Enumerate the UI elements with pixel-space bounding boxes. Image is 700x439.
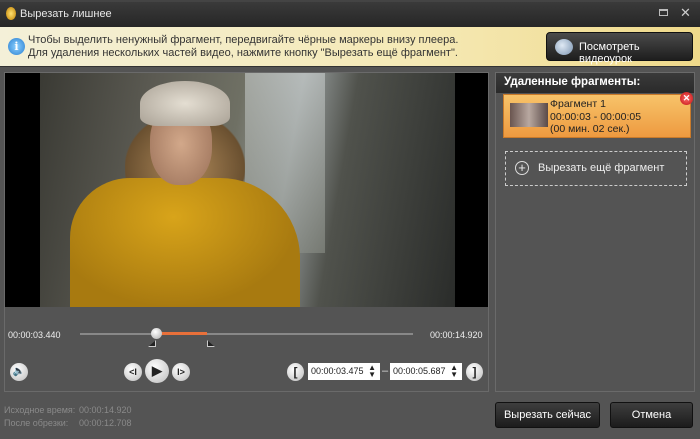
- after-trim-label: После обрезки:: [4, 418, 69, 428]
- timeline-track[interactable]: [80, 333, 413, 335]
- next-frame-button[interactable]: I>: [172, 363, 190, 381]
- set-end-button[interactable]: ]: [466, 363, 483, 381]
- original-time-label: Исходное время:: [4, 405, 76, 415]
- after-trim-value: 00:00:12.708: [79, 418, 132, 428]
- prev-frame-button[interactable]: <I: [124, 363, 142, 381]
- webcam-icon: [555, 39, 573, 55]
- timeline-selection: [158, 332, 207, 335]
- fragment-thumbnail: [510, 103, 548, 127]
- video-frame: [40, 73, 455, 307]
- fragment-duration: (00 мин. 02 сек.): [550, 123, 630, 135]
- cut-now-button[interactable]: Вырезать сейчас: [495, 402, 600, 428]
- watch-tutorial-button[interactable]: Посмотреть видеоурок: [546, 32, 693, 65]
- sweater: [70, 178, 300, 307]
- app-icon: [6, 7, 16, 20]
- volume-button[interactable]: 🔈: [10, 363, 28, 381]
- fragment-item[interactable]: Фрагмент 1 00:00:03 - 00:00:05 (00 мин. …: [503, 94, 691, 138]
- title-bar: Вырезать лишнее ✕: [0, 0, 700, 27]
- play-button[interactable]: ▶: [145, 359, 169, 383]
- info-line-1: Чтобы выделить ненужный фрагмент, передв…: [28, 34, 459, 46]
- info-text: Чтобы выделить ненужный фрагмент, передв…: [28, 34, 458, 60]
- playhead-handle[interactable]: [151, 328, 162, 339]
- info-icon: i: [8, 38, 25, 55]
- end-time-input[interactable]: 00:00:05.687 ▲ ▼: [390, 363, 462, 380]
- spinner-icon[interactable]: ▲ ▼: [368, 364, 376, 379]
- window-title: Вырезать лишнее: [20, 8, 112, 20]
- fragments-panel: Удаленные фрагменты: Фрагмент 1 00:00:03…: [495, 72, 695, 392]
- range-dash: –: [382, 365, 389, 377]
- add-fragment-label: Вырезать ещё фрагмент: [538, 162, 665, 174]
- total-time: 00:00:14.920: [430, 330, 483, 340]
- tutorial-label: Посмотреть видеоурок: [579, 41, 640, 65]
- cancel-button[interactable]: Отмена: [610, 402, 693, 428]
- info-line-2: Для удаления нескольких частей видео, на…: [28, 47, 458, 59]
- original-time-value: 00:00:14.920: [79, 405, 132, 415]
- maximize-icon[interactable]: [659, 9, 668, 16]
- plus-circle-icon: +: [515, 161, 529, 175]
- current-time: 00:00:03.440: [8, 330, 61, 340]
- fragment-name: Фрагмент 1: [550, 98, 606, 110]
- set-start-button[interactable]: [: [287, 363, 304, 381]
- fragments-header: Удаленные фрагменты:: [496, 73, 694, 93]
- fragment-info: Фрагмент 1 00:00:03 - 00:00:05 (00 мин. …: [550, 98, 641, 136]
- video-preview[interactable]: [5, 73, 488, 307]
- close-icon[interactable]: ✕: [680, 5, 691, 21]
- end-time-value: 00:00:05.687: [393, 366, 446, 376]
- spinner-icon[interactable]: ▲ ▼: [450, 364, 458, 379]
- fragment-range: 00:00:03 - 00:00:05: [550, 110, 642, 123]
- start-time-input[interactable]: 00:00:03.475 ▲ ▼: [308, 363, 380, 380]
- hat: [140, 81, 230, 126]
- delete-fragment-icon[interactable]: ✕: [680, 92, 693, 105]
- add-fragment-button[interactable]: + Вырезать ещё фрагмент: [505, 151, 687, 186]
- player-panel: [4, 72, 489, 392]
- start-time-value: 00:00:03.475: [311, 366, 364, 376]
